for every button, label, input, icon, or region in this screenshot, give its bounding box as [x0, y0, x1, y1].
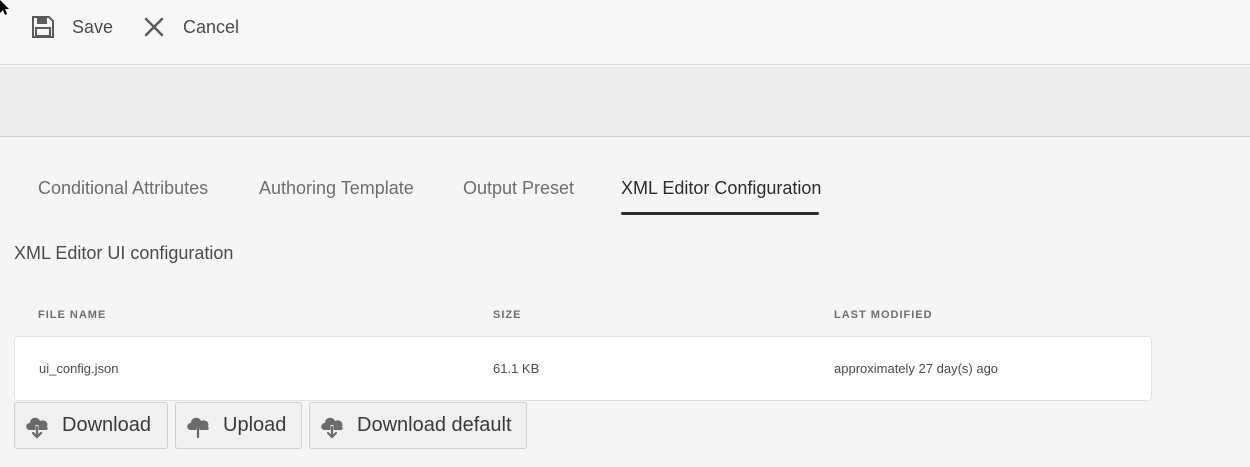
upload-button[interactable]: Upload [175, 402, 302, 449]
download-button[interactable]: Download [14, 402, 168, 449]
mouse-cursor-icon [0, 0, 9, 15]
cloud-download-icon [318, 412, 346, 440]
column-header-last-modified: LAST MODIFIED [834, 309, 933, 321]
close-icon [141, 14, 167, 40]
tab-xml-editor-configuration[interactable]: XML Editor Configuration [621, 178, 821, 216]
table-row[interactable]: ui_config.json 61.1 KB approximately 27 … [14, 336, 1152, 401]
header-band [0, 66, 1250, 137]
main-content: Conditional Attributes Authoring Templat… [0, 138, 1250, 467]
download-default-button-label: Download default [357, 414, 512, 436]
column-header-size: SIZE [493, 309, 522, 321]
cloud-download-icon [23, 412, 51, 440]
active-tab-indicator [621, 212, 819, 215]
download-default-button[interactable]: Download default [309, 402, 527, 449]
top-toolbar: Save Cancel [0, 0, 1250, 65]
upload-button-label: Upload [223, 414, 287, 436]
floppy-disk-icon [30, 14, 56, 40]
file-size-cell: 61.1 KB [493, 361, 540, 376]
tab-conditional-attributes[interactable]: Conditional Attributes [38, 178, 208, 216]
cancel-button[interactable]: Cancel [141, 12, 239, 42]
last-modified-cell: approximately 27 day(s) ago [834, 361, 999, 376]
save-button-label: Save [72, 16, 114, 37]
file-name-cell: ui_config.json [39, 361, 119, 376]
column-header-file-name: FILE NAME [38, 309, 107, 321]
tab-authoring-template[interactable]: Authoring Template [259, 178, 414, 216]
save-button[interactable]: Save [30, 12, 113, 42]
cloud-upload-icon [184, 412, 212, 440]
download-button-label: Download [62, 414, 151, 436]
section-title: XML Editor UI configuration [14, 243, 234, 263]
tab-output-preset[interactable]: Output Preset [463, 178, 574, 216]
cancel-button-label: Cancel [183, 16, 240, 37]
